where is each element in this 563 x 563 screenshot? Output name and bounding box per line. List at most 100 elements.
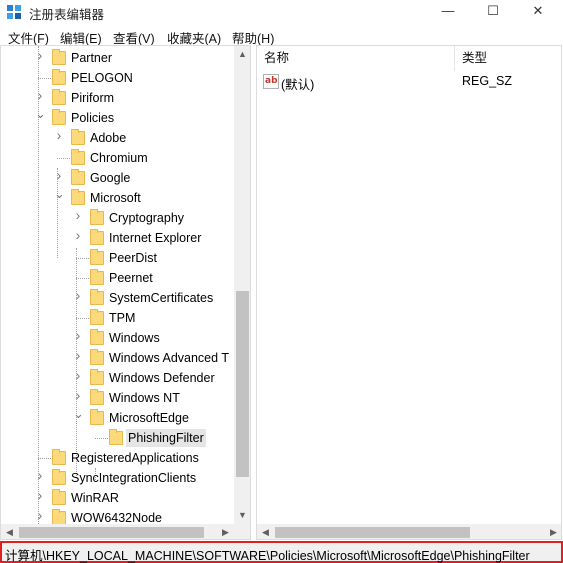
- regedit-app-icon: [7, 5, 21, 19]
- chevron-right-icon[interactable]: ›: [35, 48, 45, 62]
- scrollbar-corner: [234, 524, 250, 539]
- chevron-right-icon[interactable]: ›: [35, 508, 45, 522]
- tree-node[interactable]: PELOGON: [1, 68, 235, 88]
- column-header-name[interactable]: 名称: [257, 46, 454, 71]
- tree-node[interactable]: TPM: [1, 308, 235, 328]
- scroll-left-icon[interactable]: ◀: [257, 524, 274, 539]
- registry-key-tree[interactable]: › Partner PELOGON › Piriform ⌄ Policies › Adobe C…: [0, 45, 251, 540]
- chevron-right-icon[interactable]: ›: [73, 388, 83, 402]
- tree-node[interactable]: ⌄ MicrosoftEdge: [1, 407, 235, 428]
- scroll-left-icon[interactable]: ◀: [1, 524, 18, 539]
- folder-icon: [90, 229, 104, 245]
- tree-node[interactable]: › Windows Advanced T: [1, 348, 235, 368]
- title-bar: 注册表编辑器 — ☐ ✕: [0, 0, 563, 24]
- value-row[interactable]: ab (默认) REG_SZ: [257, 72, 561, 92]
- folder-icon: [52, 509, 66, 525]
- folder-icon: [71, 169, 85, 185]
- tree-node[interactable]: ⌄ Policies: [1, 107, 235, 128]
- registry-values-list[interactable]: 名称 类型 ab (默认) REG_SZ ◀ ▶: [256, 45, 562, 540]
- tree-horizontal-scrollbar[interactable]: ◀ ▶: [1, 524, 234, 539]
- maximize-button[interactable]: ☐: [470, 0, 516, 24]
- chevron-right-icon[interactable]: ›: [73, 348, 83, 362]
- tree-node[interactable]: › Windows Defender: [1, 368, 235, 388]
- scroll-up-icon[interactable]: ▲: [234, 46, 250, 63]
- chevron-down-icon[interactable]: ⌄: [35, 107, 46, 120]
- scroll-thumb[interactable]: [275, 527, 470, 538]
- tree-node[interactable]: › WinRAR: [1, 488, 235, 508]
- tree-node[interactable]: › Windows NT: [1, 388, 235, 408]
- tree-node[interactable]: › Adobe: [1, 128, 235, 148]
- tree-node-label: PELOGON: [71, 71, 133, 85]
- folder-icon: [90, 409, 104, 425]
- tree-node[interactable]: ⌄ Microsoft: [1, 187, 235, 208]
- chevron-down-icon[interactable]: ⌄: [73, 407, 84, 420]
- tree-node[interactable]: › Windows: [1, 328, 235, 348]
- chevron-right-icon[interactable]: ›: [73, 228, 83, 242]
- tree-node[interactable]: › Cryptography: [1, 208, 235, 228]
- tree-node[interactable]: › Google: [1, 168, 235, 188]
- tree-node[interactable]: › Piriform: [1, 88, 235, 108]
- tree-node[interactable]: PhishingFilter: [1, 428, 235, 448]
- folder-icon: [109, 429, 123, 445]
- tree-connector-line: [38, 78, 51, 79]
- folder-icon: [90, 209, 104, 225]
- column-header-type[interactable]: 类型: [455, 46, 561, 71]
- tree-node[interactable]: Peernet: [1, 268, 235, 288]
- chevron-down-icon[interactable]: ⌄: [54, 187, 65, 200]
- window-title: 注册表编辑器: [29, 8, 105, 22]
- tree-node[interactable]: › Partner: [1, 48, 235, 68]
- list-horizontal-scrollbar[interactable]: ◀ ▶: [257, 524, 561, 539]
- close-button[interactable]: ✕: [515, 0, 561, 24]
- scroll-thumb[interactable]: [236, 291, 249, 477]
- chevron-right-icon[interactable]: ›: [73, 368, 83, 382]
- tree-connector-line: [76, 318, 89, 319]
- scroll-thumb[interactable]: [19, 527, 204, 538]
- tree-node[interactable]: RegisteredApplications: [1, 448, 235, 468]
- folder-icon: [52, 69, 66, 85]
- chevron-right-icon[interactable]: ›: [73, 208, 83, 222]
- tree-node-label: Google: [90, 171, 131, 185]
- folder-icon: [71, 129, 85, 145]
- tree-node-label: Peernet: [109, 271, 153, 285]
- tree-node[interactable]: › Internet Explorer: [1, 228, 235, 248]
- folder-icon: [52, 109, 66, 125]
- tree-node-label: Windows: [109, 331, 160, 345]
- minimize-button[interactable]: —: [425, 0, 471, 24]
- tree-node-label: MicrosoftEdge: [109, 411, 189, 425]
- tree-vertical-scrollbar[interactable]: ▲ ▼: [234, 46, 250, 524]
- folder-icon: [90, 269, 104, 285]
- tree-node-label: Partner: [71, 51, 112, 65]
- chevron-right-icon[interactable]: ›: [54, 168, 64, 182]
- registry-path[interactable]: 计算机\HKEY_LOCAL_MACHINE\SOFTWARE\Policies…: [5, 545, 530, 563]
- folder-icon: [52, 489, 66, 505]
- address-bar[interactable]: 计算机\HKEY_LOCAL_MACHINE\SOFTWARE\Policies…: [0, 541, 563, 563]
- folder-icon: [52, 469, 66, 485]
- chevron-right-icon[interactable]: ›: [73, 328, 83, 342]
- tree-connector-line: [38, 458, 51, 459]
- tree-node-label: SyncIntegrationClients: [71, 471, 197, 485]
- tree-connector-line: [57, 158, 70, 159]
- chevron-right-icon[interactable]: ›: [35, 468, 45, 482]
- chevron-right-icon[interactable]: ›: [73, 288, 83, 302]
- string-value-icon: ab: [263, 74, 279, 89]
- chevron-right-icon[interactable]: ›: [35, 88, 45, 102]
- folder-icon: [52, 89, 66, 105]
- tree-node-label: TPM: [109, 311, 136, 325]
- tree-node[interactable]: Chromium: [1, 148, 235, 168]
- tree-node-label: Policies: [71, 111, 115, 125]
- tree-node-label: Microsoft: [90, 191, 141, 205]
- folder-icon: [90, 329, 104, 345]
- tree-node-label: SystemCertificates: [109, 291, 214, 305]
- scroll-right-icon[interactable]: ▶: [545, 524, 561, 539]
- scroll-right-icon[interactable]: ▶: [217, 524, 234, 539]
- folder-icon: [52, 449, 66, 465]
- scroll-down-icon[interactable]: ▼: [234, 507, 250, 524]
- tree-node[interactable]: › SyncIntegrationClients: [1, 468, 235, 488]
- tree-node[interactable]: PeerDist: [1, 248, 235, 268]
- chevron-right-icon[interactable]: ›: [35, 488, 45, 502]
- chevron-right-icon[interactable]: ›: [54, 128, 64, 142]
- tree-node[interactable]: › SystemCertificates: [1, 288, 235, 308]
- tree-node-label: Windows Defender: [109, 371, 215, 385]
- tree-connector-line: [76, 258, 89, 259]
- folder-icon: [52, 49, 66, 65]
